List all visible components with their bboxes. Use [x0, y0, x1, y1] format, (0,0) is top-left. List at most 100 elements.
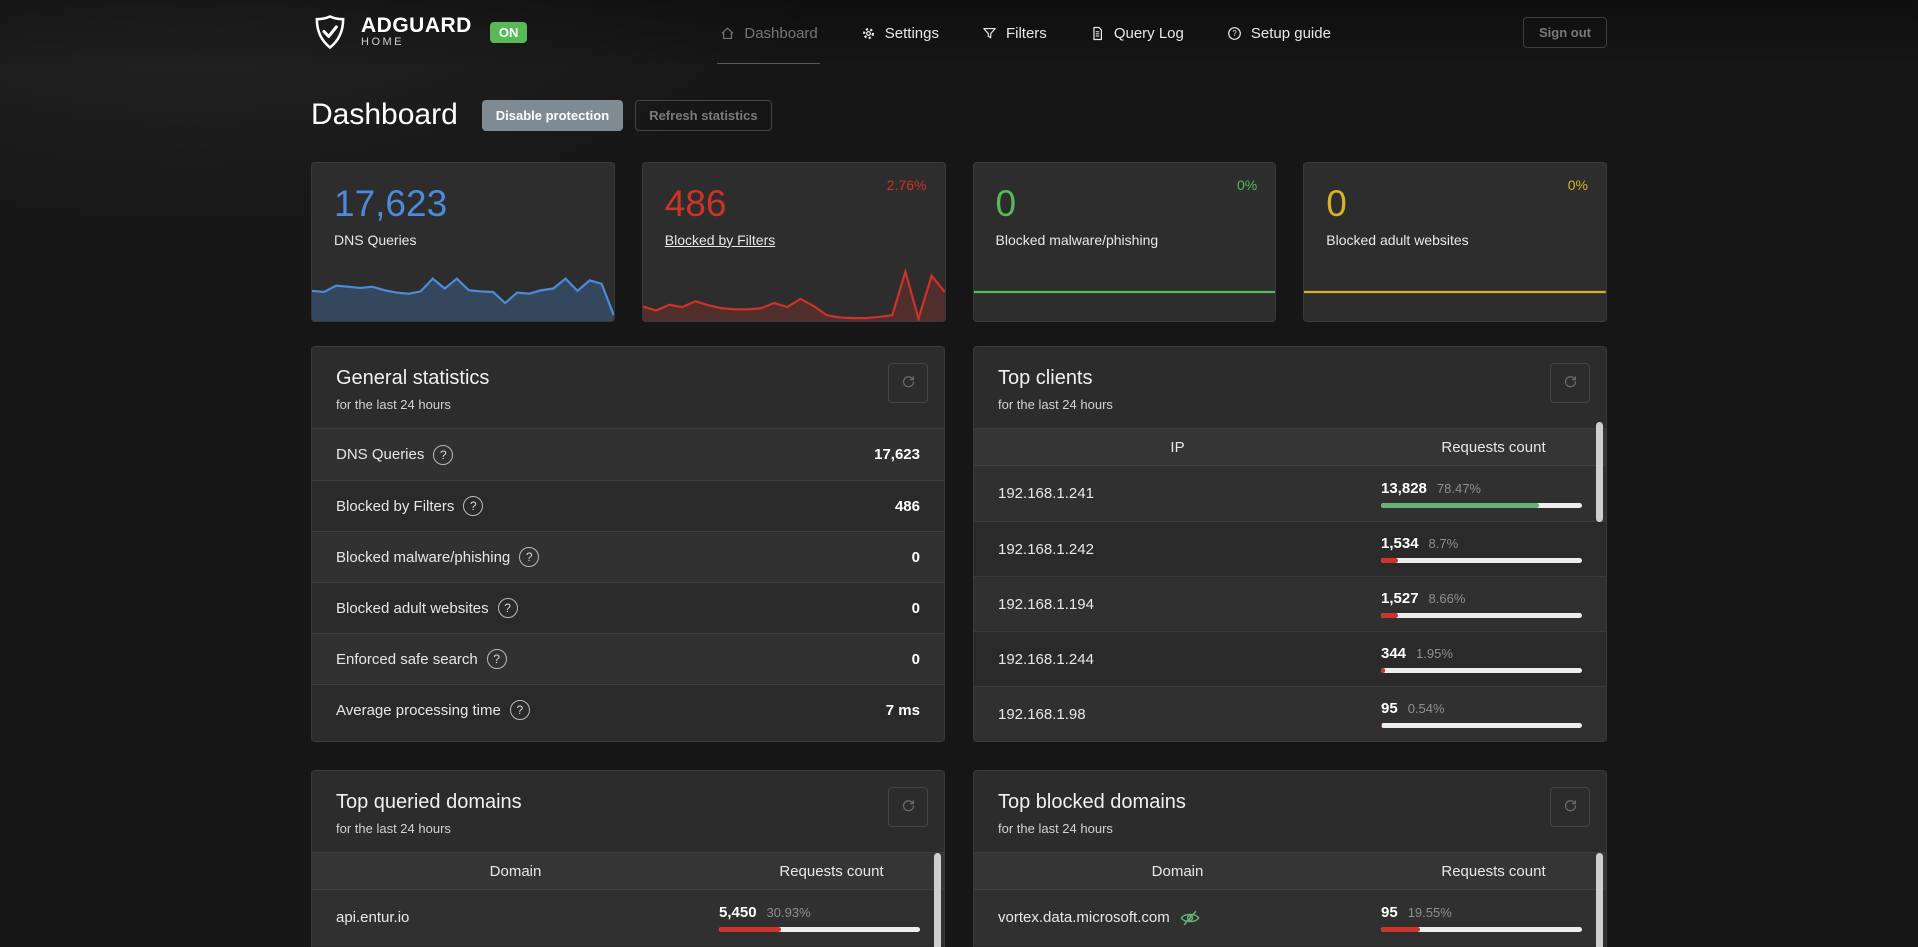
stat-value: 17,623: [334, 183, 448, 224]
help-circle-icon[interactable]: ?: [509, 700, 530, 720]
progress-bar: [1381, 723, 1582, 728]
stat-value: 0: [1326, 183, 1347, 224]
top-blocked-domains-panel: Top blocked domains for the last 24 hour…: [973, 770, 1607, 947]
home-icon: [719, 25, 736, 42]
nav-item-setup-guide[interactable]: ? Setup guide: [1224, 3, 1333, 62]
column-header-domain: Domain: [1151, 862, 1204, 880]
row-name-link[interactable]: 192.168.1.98: [998, 706, 1381, 723]
row-name-text: 192.168.1.98: [998, 705, 1086, 723]
refresh-icon-button[interactable]: [888, 363, 928, 403]
stat-cards-row: 17,623 DNS Queries 486 Blocked by Filters 2.…: [311, 162, 1607, 322]
requests-count-cell: 1,527 8.66%: [1381, 590, 1582, 618]
request-percent: 1.95%: [1416, 646, 1453, 661]
request-count: 1,534: [1381, 535, 1419, 552]
sign-out-button[interactable]: Sign out: [1523, 16, 1607, 48]
general-statistics-panel: General statistics for the last 24 hours…: [311, 346, 945, 742]
row-name-link[interactable]: 192.168.1.241: [998, 485, 1381, 502]
stat-label: Blocked malware/phishing: [995, 231, 1159, 248]
nav-item-label: Dashboard: [744, 24, 818, 42]
request-percent: 19.55%: [1407, 904, 1452, 920]
table-row: 192.168.1.244 344 1.95%: [974, 631, 1606, 686]
table-row: 192.168.1.242 1,534 8.7%: [974, 521, 1606, 576]
row-name-text: 192.168.1.241: [998, 485, 1094, 502]
general-statistics-list: DNS Queries? 17,623 Blocked by Filters? 486…: [312, 428, 944, 735]
help-circle-icon[interactable]: ?: [497, 598, 518, 618]
scrollbar-thumb[interactable]: [1596, 422, 1603, 522]
blocked-eye-icon: [1179, 907, 1201, 929]
row-name-link[interactable]: api.entur.io: [336, 909, 719, 926]
row-name-text: 192.168.1.194: [998, 595, 1094, 613]
panel-title: General statistics: [336, 367, 490, 389]
row-name-link[interactable]: 192.168.1.242: [998, 541, 1381, 558]
refresh-icon: [900, 797, 917, 817]
refresh-icon-button[interactable]: [1550, 787, 1590, 827]
stats-row-blocked-adult-websites: Blocked adult websites? 0: [312, 582, 944, 633]
stat-percent: 0%: [1237, 177, 1258, 193]
request-count: 5,450: [719, 903, 757, 921]
gear-icon: [860, 25, 877, 42]
stat-label[interactable]: Blocked by Filters: [665, 232, 775, 248]
stat-card-blocked-malware-phishing: 0 Blocked malware/phishing 0%: [972, 162, 1277, 322]
stat-sparkline-chart: [312, 263, 614, 321]
stat-value: 0: [995, 183, 1017, 224]
stats-row-value: 7 ms: [885, 701, 920, 719]
nav-item-query-log[interactable]: Query Log: [1087, 3, 1186, 62]
top-clients-rows: 192.168.1.241 13,828 78.47% 192.168.1.242 1,…: [974, 466, 1606, 741]
stats-row-label: Blocked malware/phishing: [336, 548, 511, 566]
help-circle-icon[interactable]: ?: [486, 649, 507, 669]
row-name-text: 192.168.1.242: [998, 540, 1094, 558]
panel-title: Top clients: [998, 367, 1093, 389]
progress-bar: [1381, 502, 1582, 508]
row-name-link[interactable]: 192.168.1.244: [998, 651, 1381, 668]
panel-title: Top blocked domains: [998, 791, 1186, 813]
top-blocked-domains-table: Domain Requests count vortex.data.micros…: [974, 852, 1606, 947]
row-name-link[interactable]: vortex.data.microsoft.com: [998, 907, 1381, 929]
nav-item-dashboard[interactable]: Dashboard: [717, 3, 821, 64]
request-percent: 78.47%: [1436, 480, 1481, 496]
nav-item-label: Settings: [884, 24, 939, 42]
nav-item-settings[interactable]: Settings: [858, 3, 941, 62]
nav-item-filters[interactable]: Filters: [979, 3, 1049, 62]
panel-title: Top queried domains: [336, 791, 522, 813]
refresh-icon: [1562, 797, 1579, 817]
scrollbar-thumb[interactable]: [934, 853, 941, 947]
request-count: 95: [1381, 903, 1398, 921]
help-circle-icon[interactable]: ?: [433, 444, 454, 465]
requests-count-cell: 344 1.95%: [1381, 645, 1582, 673]
row-name-text: 192.168.1.244: [998, 650, 1094, 668]
stat-sparkline-chart: [974, 263, 1276, 321]
request-percent: 8.7%: [1428, 536, 1459, 551]
row-name-text: api.entur.io: [336, 909, 410, 926]
help-icon: ?: [1226, 25, 1243, 42]
adguard-logo[interactable]: ADGUARD HOME ON: [311, 11, 528, 53]
refresh-icon-button[interactable]: [888, 787, 928, 827]
refresh-icon-button[interactable]: [1550, 363, 1590, 403]
requests-count-cell: 13,828 78.47%: [1381, 480, 1582, 508]
request-count: 344: [1381, 645, 1407, 662]
svg-text:?: ?: [1232, 29, 1237, 38]
stat-label: Blocked adult websites: [1326, 231, 1469, 248]
scrollbar-thumb[interactable]: [1596, 853, 1603, 947]
stat-card-blocked-by-filters: 486 Blocked by Filters 2.76%: [641, 162, 946, 322]
progress-bar: [719, 926, 920, 932]
panel-subtitle: for the last 24 hours: [336, 397, 451, 412]
table-row: api.entur.io 5,450 30.93%: [312, 890, 944, 945]
help-circle-icon[interactable]: ?: [519, 547, 540, 567]
panel-subtitle: for the last 24 hours: [998, 397, 1113, 412]
help-circle-icon[interactable]: ?: [463, 496, 484, 516]
stats-row-label: Blocked by Filters: [336, 497, 455, 515]
table-row: 192.168.1.194 1,527 8.66%: [974, 576, 1606, 631]
row-name-link[interactable]: 192.168.1.194: [998, 596, 1381, 613]
progress-bar: [1381, 668, 1582, 673]
top-blocked-rows: vortex.data.microsoft.com 95 19.55%: [974, 890, 1606, 945]
disable-protection-button[interactable]: Disable protection: [481, 99, 624, 131]
column-header-requests-count: Requests count: [779, 862, 884, 880]
row-name-text: vortex.data.microsoft.com: [998, 909, 1170, 926]
refresh-statistics-button[interactable]: Refresh statistics: [635, 99, 772, 131]
top-queried-domains-table: Domain Requests count api.entur.io 5,450 3…: [312, 852, 944, 947]
stats-row-enforced-safe-search: Enforced safe search? 0: [312, 633, 944, 684]
panel-subtitle: for the last 24 hours: [336, 821, 451, 836]
top-queried-domains-panel: Top queried domains for the last 24 hour…: [311, 770, 945, 947]
panel-subtitle: for the last 24 hours: [998, 821, 1113, 836]
refresh-icon: [1562, 373, 1579, 393]
